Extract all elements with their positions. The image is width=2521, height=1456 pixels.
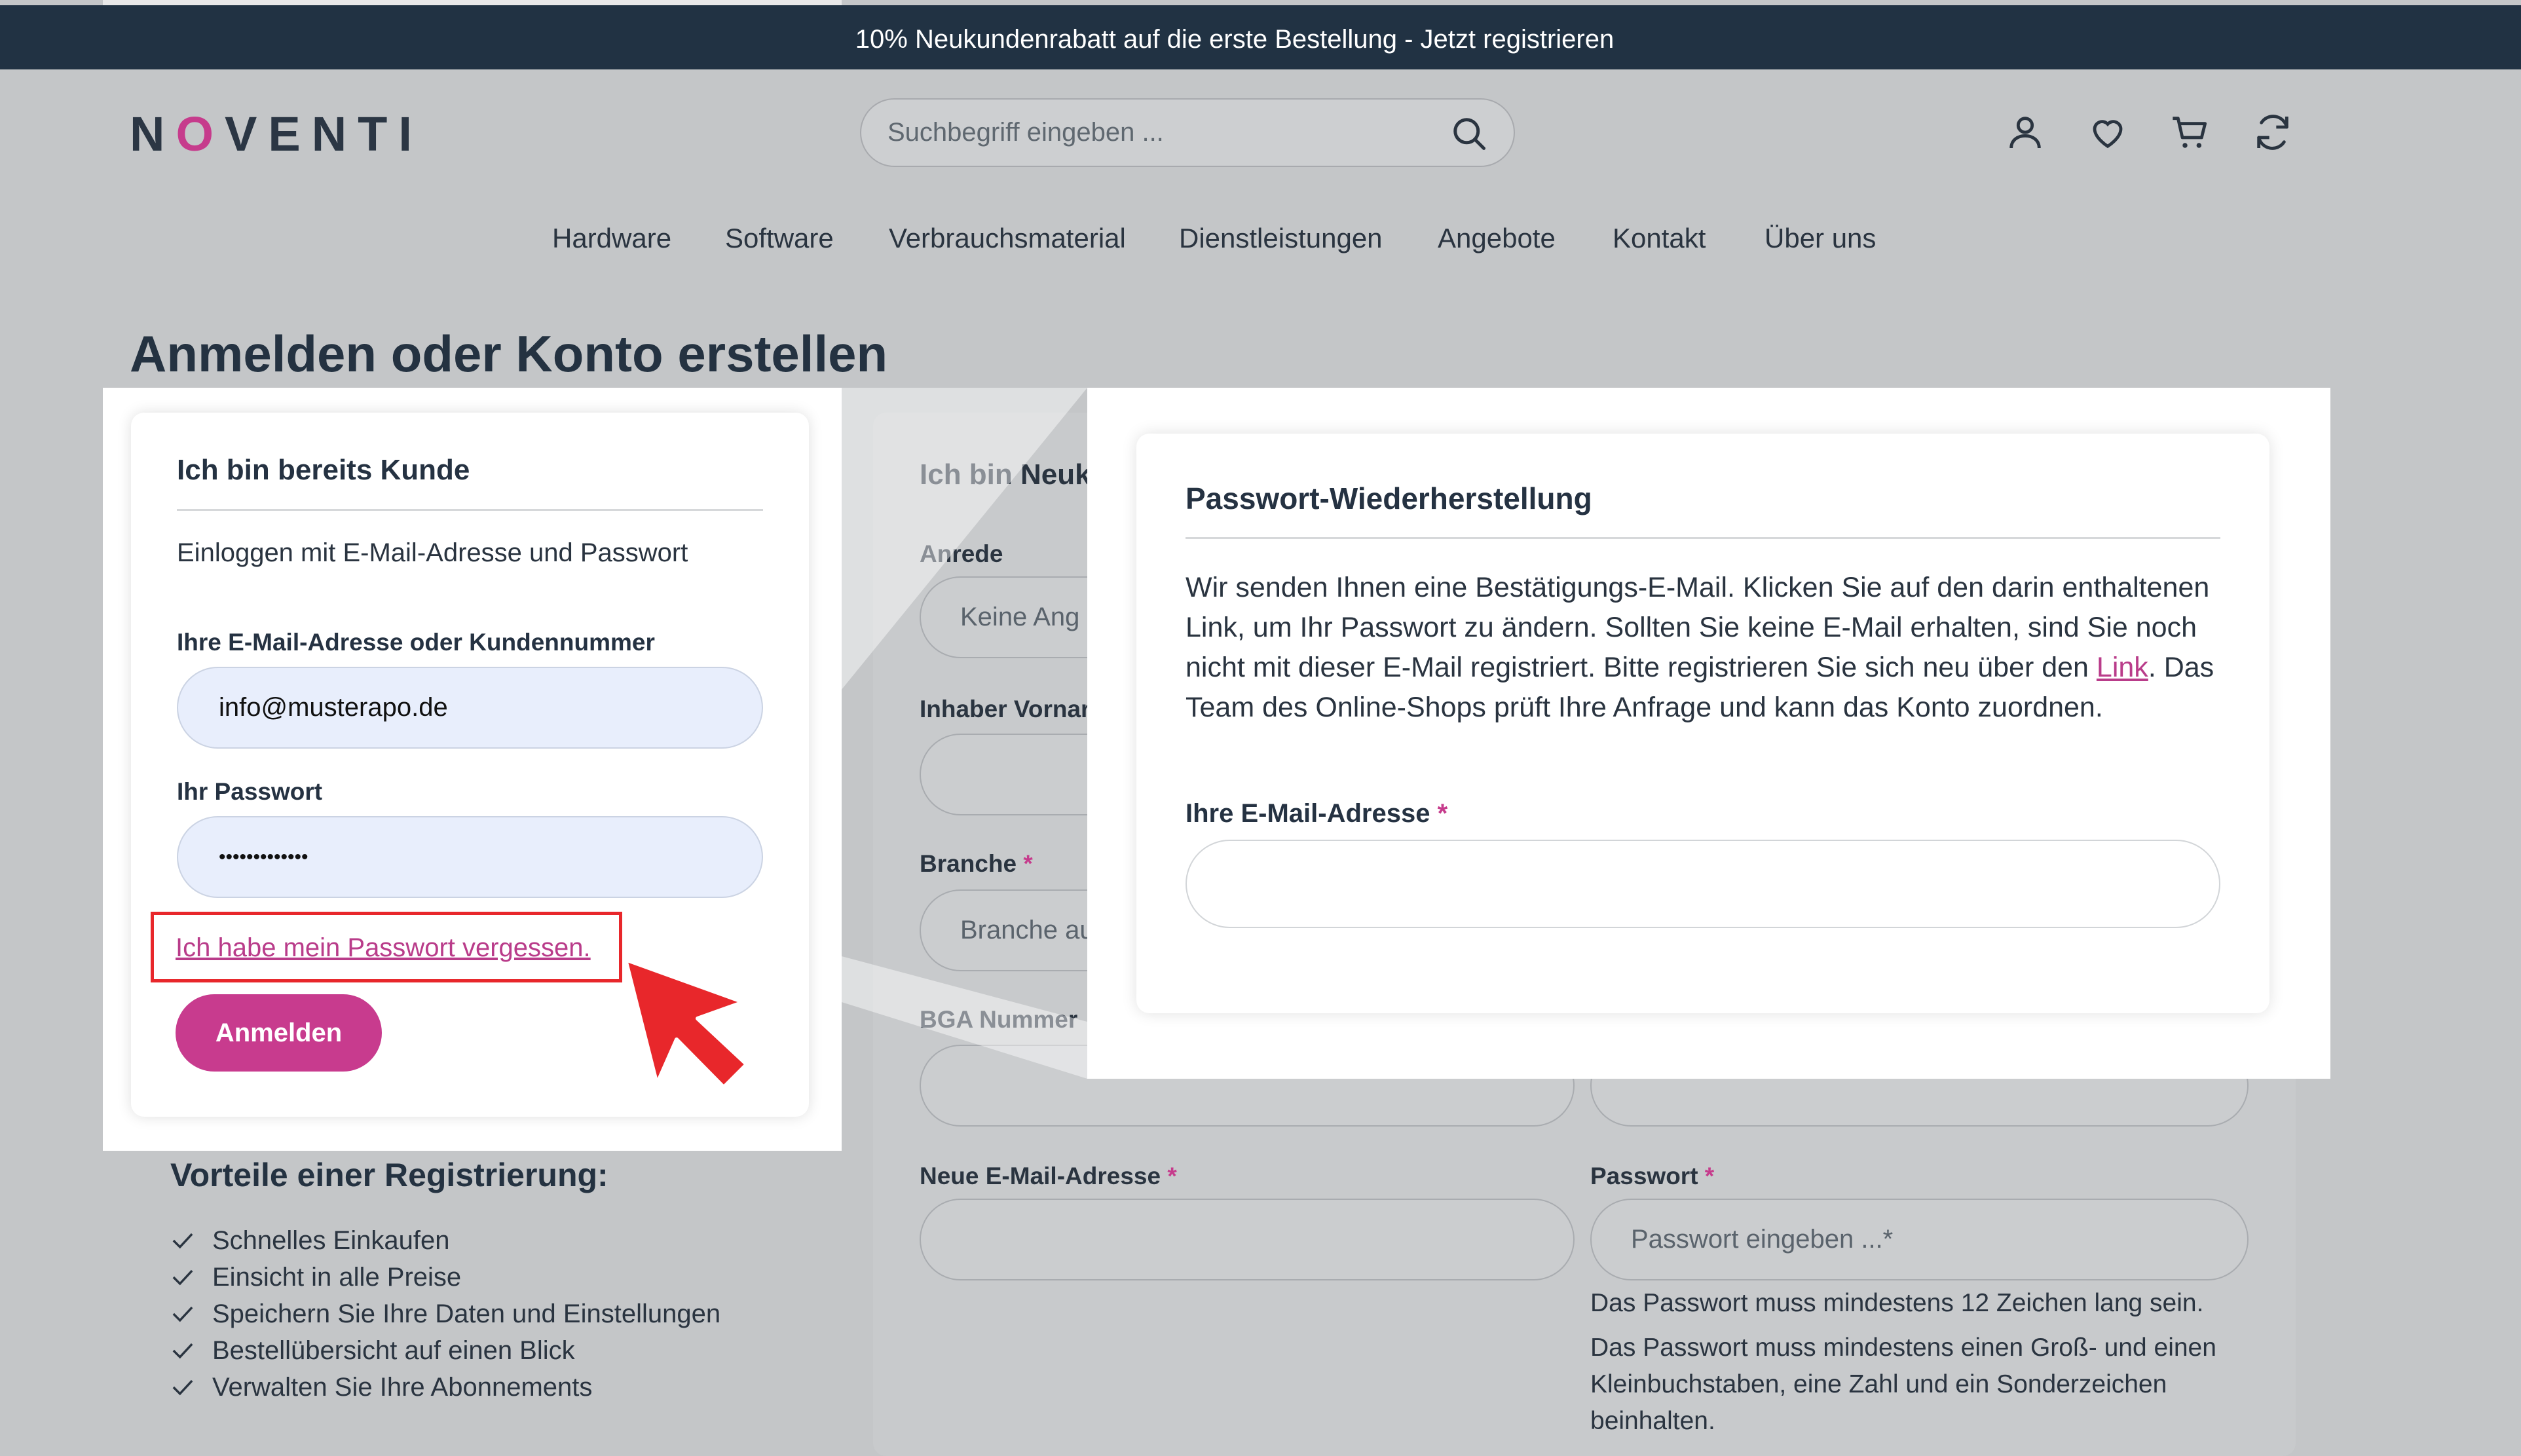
- logo[interactable]: NOVENTI: [130, 106, 423, 162]
- cart-icon[interactable]: [2169, 111, 2211, 153]
- login-divider: [177, 509, 763, 511]
- login-password-label: Ihr Passwort: [177, 778, 323, 805]
- password-hint-length: Das Passwort muss mindestens 12 Zeichen …: [1590, 1289, 2204, 1317]
- nav-kontakt[interactable]: Kontakt: [1613, 223, 1706, 254]
- bga-label: BGA Nummer: [920, 1006, 1078, 1033]
- search-input[interactable]: [887, 100, 1411, 166]
- logo-letters: VENTI: [225, 107, 423, 161]
- nav-dienstleistungen[interactable]: Dienstleistungen: [1179, 223, 1383, 254]
- login-password-input[interactable]: •••••••••••••: [177, 816, 763, 898]
- salutation-label: Anrede: [920, 540, 1003, 567]
- nav-software[interactable]: Software: [725, 223, 834, 254]
- list-item: Einsicht in alle Preise: [172, 1259, 720, 1296]
- recovery-card: Passwort-Wiederherstellung Wir senden Ih…: [1136, 434, 2269, 1013]
- recovery-divider: [1186, 537, 2220, 539]
- list-item: Verwalten Sie Ihre Abonnements: [172, 1369, 720, 1406]
- heart-icon[interactable]: [2087, 111, 2129, 153]
- benefits-heading: Vorteile einer Registrierung:: [170, 1157, 608, 1193]
- recovery-text: Wir senden Ihnen eine Bestätigungs-E-Mai…: [1186, 572, 2214, 723]
- recovery-email-label: Ihre E-Mail-Adresse *: [1186, 799, 1448, 828]
- nav-ueber-uns[interactable]: Über uns: [1765, 223, 1876, 254]
- search-bar[interactable]: [860, 98, 1515, 167]
- benefits-list: Schnelles Einkaufen Einsicht in alle Pre…: [172, 1222, 720, 1406]
- promo-bar[interactable]: 10% Neukundenrabatt auf die erste Bestel…: [0, 5, 2521, 69]
- password-hint-chars: Das Passwort muss mindestens einen Groß-…: [1590, 1334, 2216, 1435]
- check-icon: [172, 1343, 193, 1359]
- login-email-value: info@musterapo.de: [219, 693, 448, 722]
- check-icon: [172, 1379, 193, 1396]
- login-subtitle: Einloggen mit E-Mail-Adresse und Passwor…: [177, 538, 688, 567]
- logo-letter-accent: O: [176, 107, 225, 161]
- register-link[interactable]: Link: [2097, 652, 2148, 683]
- search-icon[interactable]: [1449, 114, 1489, 153]
- list-item: Speichern Sie Ihre Daten und Einstellung…: [172, 1296, 720, 1332]
- password-placeholder: Passwort eingeben ...*: [1631, 1225, 1894, 1254]
- pointer-arrow-icon: [624, 958, 749, 1089]
- branch-value: Branche au: [960, 916, 1094, 944]
- refresh-icon[interactable]: [2252, 111, 2294, 153]
- login-heading: Ich bin bereits Kunde: [177, 454, 470, 486]
- new-email-label: Neue E-Mail-Adresse *: [920, 1163, 1177, 1189]
- check-icon: [172, 1306, 193, 1322]
- password-label: Passwort *: [1590, 1163, 1715, 1189]
- nav-hardware[interactable]: Hardware: [552, 223, 671, 254]
- top-strip: [103, 0, 842, 5]
- nav-angebote[interactable]: Angebote: [1438, 223, 1556, 254]
- new-email-input[interactable]: [920, 1199, 1575, 1280]
- login-email-input[interactable]: info@musterapo.de: [177, 667, 763, 749]
- owner-label: Inhaber Vornar: [920, 696, 1091, 722]
- user-icon[interactable]: [2004, 111, 2046, 153]
- new-password-input[interactable]: Passwort eingeben ...*: [1590, 1199, 2249, 1280]
- logo-letter: N: [130, 107, 176, 161]
- recovery-heading: Passwort-Wiederherstellung: [1186, 481, 1592, 515]
- login-email-label: Ihre E-Mail-Adresse oder Kundennummer: [177, 629, 655, 656]
- login-button[interactable]: Anmelden: [176, 994, 382, 1072]
- branch-label: Branche *: [920, 850, 1033, 877]
- register-heading: Ich bin Neuk: [920, 458, 1091, 491]
- list-item: Schnelles Einkaufen: [172, 1222, 720, 1259]
- promo-text[interactable]: 10% Neukundenrabatt auf die erste Bestel…: [0, 25, 2469, 54]
- salutation-value: Keine Ang: [960, 603, 1080, 631]
- check-icon: [172, 1233, 193, 1249]
- login-password-value: •••••••••••••: [219, 846, 308, 868]
- check-icon: [172, 1269, 193, 1286]
- recovery-email-input[interactable]: [1186, 840, 2220, 928]
- list-item: Bestellübersicht auf einen Blick: [172, 1332, 720, 1369]
- forgot-password-link[interactable]: Ich habe mein Passwort vergessen.: [176, 933, 591, 963]
- page-title: Anmelden oder Konto erstellen: [130, 325, 888, 383]
- nav-verbrauchsmaterial[interactable]: Verbrauchsmaterial: [889, 223, 1126, 254]
- header-icons: [2004, 111, 2294, 153]
